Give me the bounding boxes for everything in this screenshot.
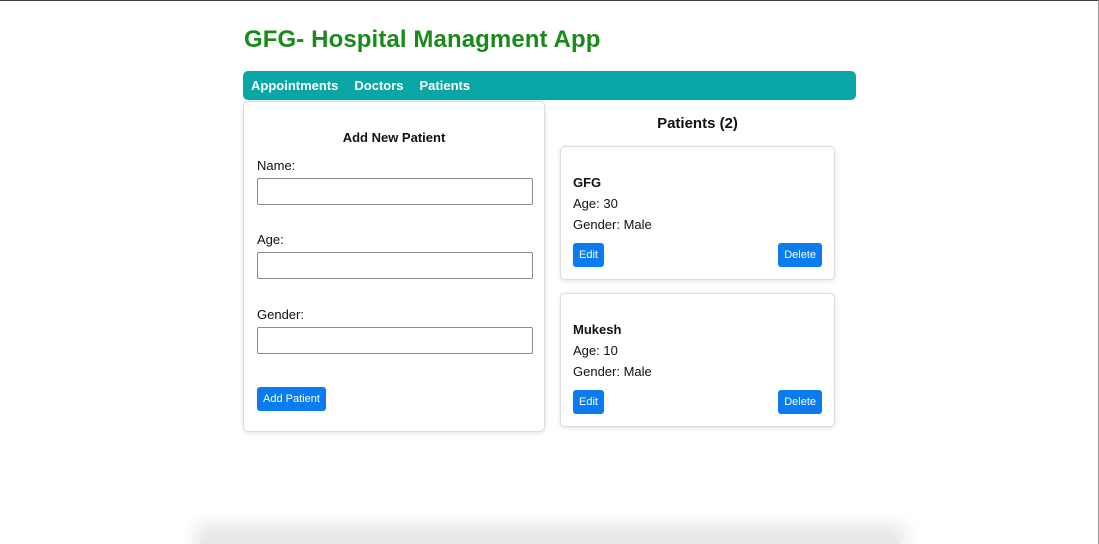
patient-gender: Gender: Male [573,217,652,232]
name-label: Name: [257,158,296,173]
nav-appointments-link[interactable]: Appointments [251,78,338,93]
app-title: GFG- Hospital Managment App [244,26,601,53]
patient-card: GFG Age: 30 Gender: Male Edit Delete [560,146,835,280]
patient-card: Mukesh Age: 10 Gender: Male Edit Delete [560,293,835,427]
name-input[interactable] [257,178,533,205]
age-label: Age: [257,232,284,247]
bottom-shadow [200,538,900,544]
patient-name: GFG [573,175,602,190]
age-input[interactable] [257,252,533,279]
delete-button[interactable]: Delete [778,390,822,414]
patient-age: Age: 10 [573,343,618,358]
add-patient-button[interactable]: Add Patient [257,387,326,411]
patient-age: Age: 30 [573,196,618,211]
gender-label: Gender: [257,307,304,322]
nav-doctors-link[interactable]: Doctors [354,78,403,93]
window-top-border [0,0,1099,1]
edit-button[interactable]: Edit [573,390,604,414]
gender-input[interactable] [257,327,533,354]
patient-name: Mukesh [573,322,622,337]
navbar: Appointments Doctors Patients [243,71,856,100]
form-title: Add New Patient [342,130,446,145]
patients-list-title: Patients (2) [657,115,738,132]
patient-gender: Gender: Male [573,364,652,379]
nav-patients-link[interactable]: Patients [420,78,471,93]
add-patient-form: Add New Patient Name: Age: Gender: Add P… [243,101,545,432]
delete-button[interactable]: Delete [778,243,822,267]
edit-button[interactable]: Edit [573,243,604,267]
